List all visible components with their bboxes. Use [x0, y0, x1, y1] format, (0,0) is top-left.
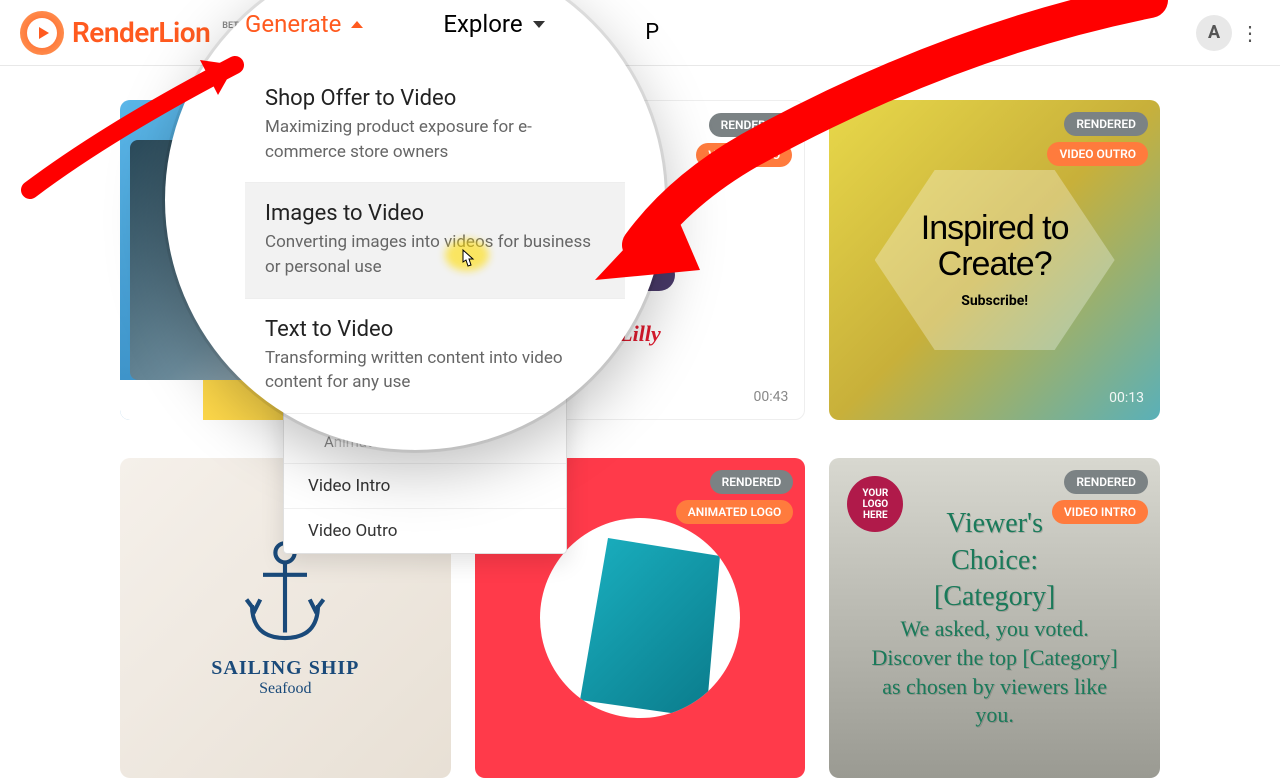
caret-up-icon: [351, 21, 363, 28]
type-badge-animated-logo: ANIMATED LOGO: [676, 500, 794, 524]
logo-placeholder-badge: YOURLOGOHERE: [847, 476, 903, 532]
duration-label: 00:13: [1109, 390, 1144, 406]
menu-item-shop-offer[interactable]: Shop Offer to Video Maximizing product e…: [245, 68, 625, 183]
menu-item-images-to-video[interactable]: Images to Video Converting images into v…: [245, 183, 625, 298]
dropdown-item-video-intro[interactable]: Video Intro: [284, 464, 566, 509]
menu-item-text-to-video[interactable]: Text to Video Transforming written conte…: [245, 299, 625, 414]
status-badge-rendered: RENDERED: [1064, 470, 1148, 494]
header-actions: A ⋮: [1196, 15, 1260, 51]
video-card-3[interactable]: RENDERED VIDEO OUTRO Inspired toCreate? …: [829, 100, 1160, 420]
generate-menu: Shop Offer to Video Maximizing product e…: [245, 68, 625, 414]
kebab-menu-icon[interactable]: ⋮: [1240, 21, 1260, 45]
status-badge-rendered: RENDERED: [709, 113, 793, 137]
status-badge-rendered: RENDERED: [710, 470, 794, 494]
cursor-pointer-icon: [458, 248, 476, 274]
logo-icon: [20, 11, 64, 55]
type-badge-video-intro: VIDEO INTRO: [696, 143, 792, 167]
dropdown-item-video-outro[interactable]: Video Outro: [284, 509, 566, 553]
caret-down-icon: [533, 21, 545, 28]
anchor-icon: [240, 539, 330, 649]
magnifier-overlay: Generate Explore Shop Offer to Video Max…: [165, 0, 665, 450]
type-badge-video-intro: VIDEO INTRO: [1052, 500, 1148, 524]
status-badge-rendered: RENDERED: [1064, 112, 1148, 136]
duration-label: 00:43: [753, 389, 788, 405]
type-badge-video-outro: VIDEO OUTRO: [1047, 142, 1148, 166]
video-card-6[interactable]: RENDERED VIDEO INTRO YOURLOGOHERE Viewer…: [829, 458, 1160, 778]
card4-title: SAILING SHIP: [211, 657, 359, 680]
user-avatar[interactable]: A: [1196, 15, 1232, 51]
mag-nav-explore[interactable]: Explore: [443, 10, 544, 38]
play-icon: [130, 386, 150, 410]
card4-subtitle: Seafood: [259, 680, 311, 698]
mag-nav-generate[interactable]: Generate: [245, 10, 363, 38]
